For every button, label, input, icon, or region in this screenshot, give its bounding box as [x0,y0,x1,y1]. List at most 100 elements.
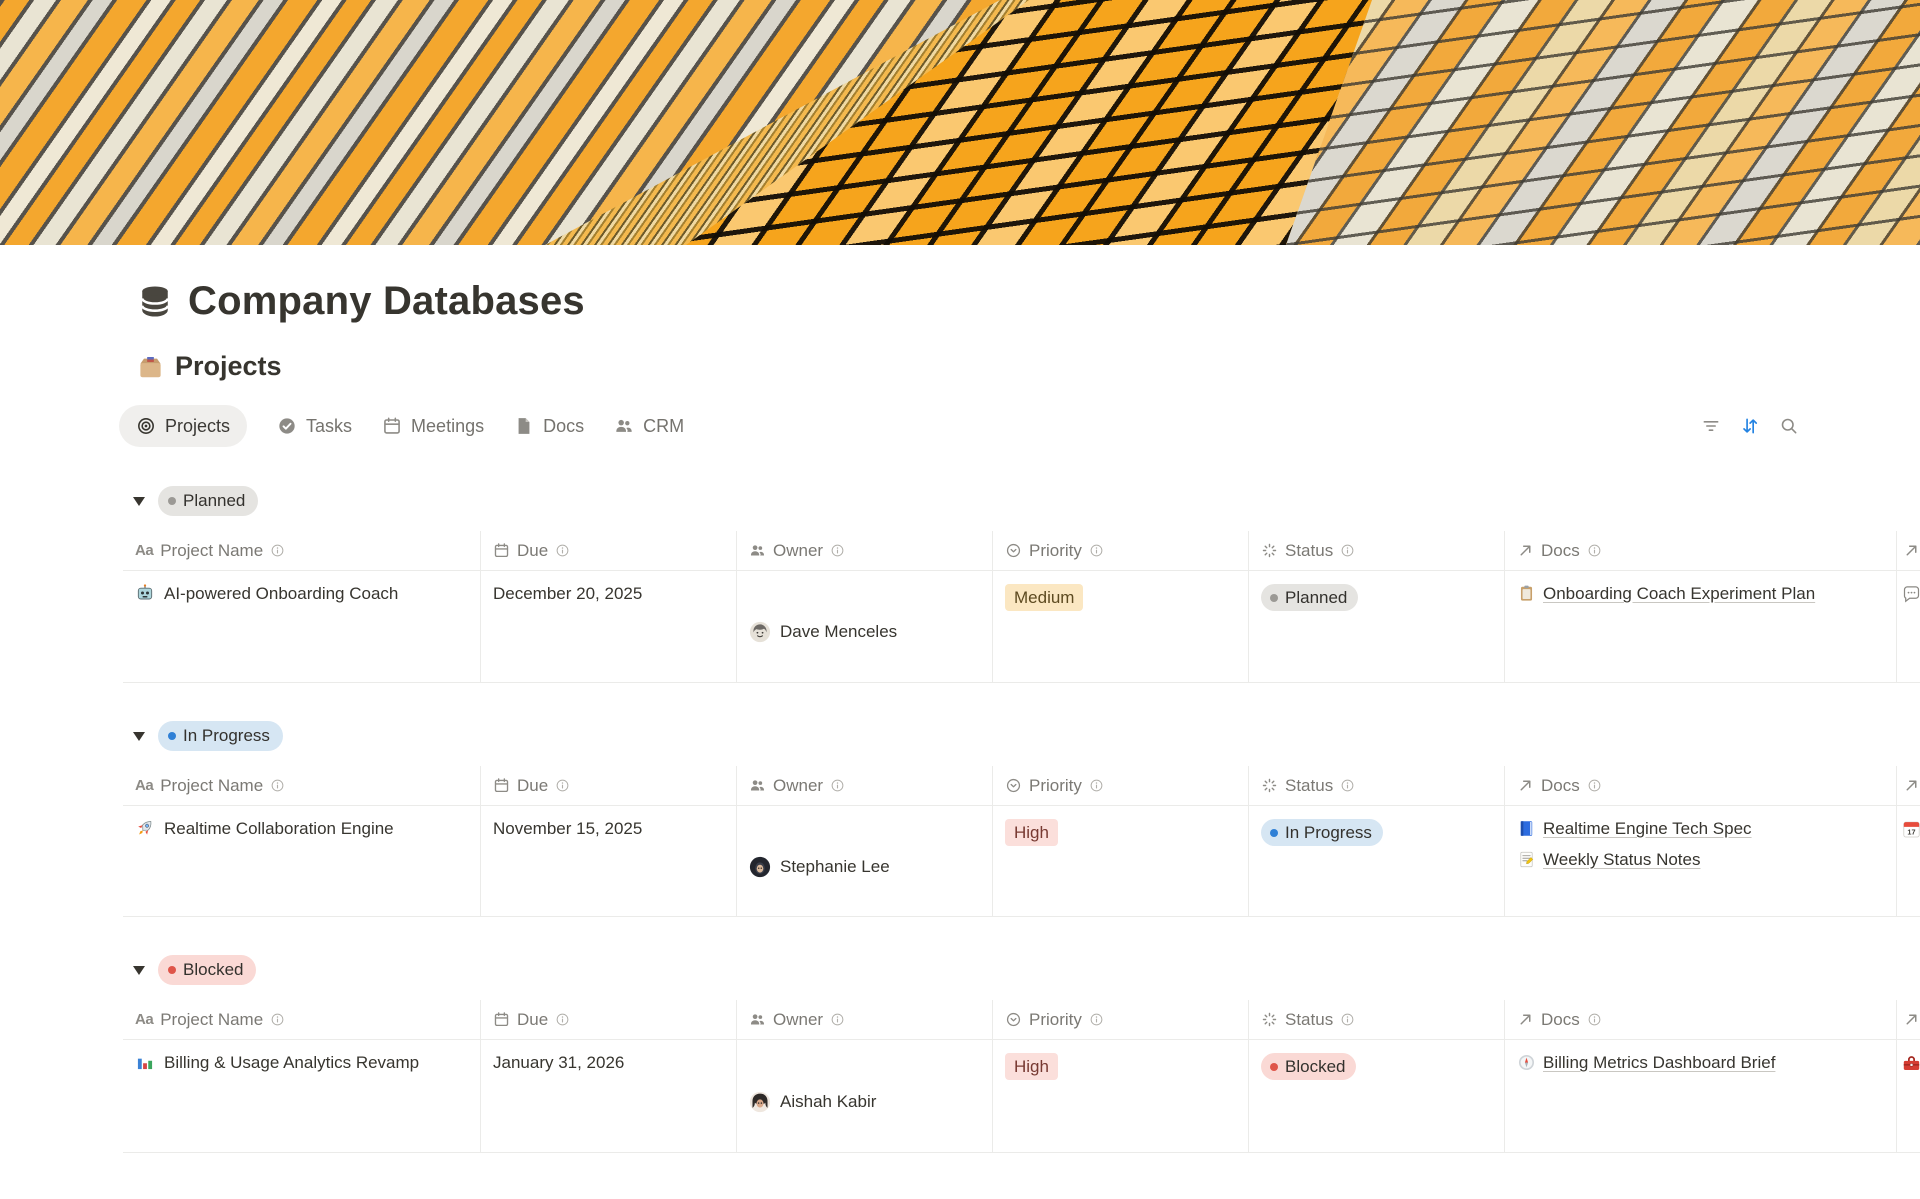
collapse-toggle-icon[interactable] [133,732,145,741]
cell-status[interactable]: Blocked [1249,1040,1505,1153]
cell-priority[interactable]: High [993,1040,1249,1153]
cell-project-name[interactable]: Realtime Collaboration Engine [123,806,481,917]
column-header-docs[interactable]: Docs [1505,1000,1897,1040]
page-title[interactable]: Company Databases [188,279,585,324]
status-spinner-icon [1261,1011,1278,1028]
info-icon[interactable] [1587,1012,1602,1027]
calendar-icon [493,542,510,559]
info-icon[interactable] [1089,1012,1104,1027]
search-icon[interactable] [1779,416,1799,436]
column-header-due[interactable]: Due [481,531,737,571]
info-icon[interactable] [1587,543,1602,558]
column-header-priority[interactable]: Priority [993,531,1249,571]
cell-owner[interactable]: Dave Menceles [737,571,993,683]
column-header-project-name[interactable]: Aa Project Name [123,1000,481,1040]
info-icon[interactable] [1089,778,1104,793]
info-icon[interactable] [555,778,570,793]
bar-chart-icon [135,1052,155,1072]
column-header-extra[interactable] [1897,531,1920,571]
tab-docs[interactable]: Docs [514,416,584,437]
cell-owner[interactable]: Stephanie Lee [737,806,993,917]
group-pill[interactable]: In Progress [158,721,283,751]
column-header-docs[interactable]: Docs [1505,766,1897,806]
sort-icon[interactable] [1740,416,1760,436]
cell-priority[interactable]: High [993,806,1249,917]
cell-status[interactable]: Planned [1249,571,1505,683]
cell-extra[interactable]: 17 [1897,806,1920,917]
cell-due[interactable]: January 31, 2026 [481,1040,737,1153]
cell-due[interactable]: November 15, 2025 [481,806,737,917]
info-icon[interactable] [270,1012,285,1027]
doc-relation-link[interactable]: Onboarding Coach Experiment Plan [1517,584,1886,604]
column-header-owner[interactable]: Owner [737,766,993,806]
column-header-extra[interactable] [1897,766,1920,806]
collapse-toggle-icon[interactable] [133,497,145,506]
tab-crm[interactable]: CRM [614,416,684,437]
info-icon[interactable] [270,778,285,793]
column-header-project-name[interactable]: Aa Project Name [123,531,481,571]
info-icon[interactable] [830,543,845,558]
priority-tag[interactable]: Medium [1005,584,1083,611]
doc-relation-link[interactable]: Weekly Status Notes [1517,850,1886,870]
cell-extra[interactable] [1897,1040,1920,1153]
cell-docs[interactable]: Onboarding Coach Experiment Plan [1505,571,1897,683]
column-header-owner[interactable]: Owner [737,531,993,571]
info-icon[interactable] [270,543,285,558]
priority-tag[interactable]: High [1005,1053,1058,1080]
column-header-due[interactable]: Due [481,1000,737,1040]
status-tag[interactable]: Planned [1261,584,1358,611]
info-icon[interactable] [1587,778,1602,793]
column-header-extra[interactable] [1897,1000,1920,1040]
text-aa-icon: Aa [135,542,153,559]
section-title[interactable]: Projects [175,351,282,382]
table-row[interactable]: Billing & Usage Analytics Revamp January… [123,1040,1920,1153]
cell-due[interactable]: December 20, 2025 [481,571,737,683]
column-label: Owner [773,541,823,561]
due-date: December 20, 2025 [493,584,642,603]
info-icon[interactable] [830,1012,845,1027]
table-row[interactable]: AI-powered Onboarding Coach December 20,… [123,571,1920,683]
column-header-priority[interactable]: Priority [993,766,1249,806]
group-pill[interactable]: Blocked [158,955,256,985]
status-tag[interactable]: In Progress [1261,819,1383,846]
cell-extra[interactable] [1897,571,1920,683]
doc-relation-link[interactable]: Billing Metrics Dashboard Brief [1517,1053,1886,1073]
man-avatar [749,621,771,643]
info-icon[interactable] [1340,778,1355,793]
cell-project-name[interactable]: AI-powered Onboarding Coach [123,571,481,683]
priority-tag[interactable]: High [1005,819,1058,846]
tab-meetings[interactable]: Meetings [382,416,484,437]
column-header-priority[interactable]: Priority [993,1000,1249,1040]
column-header-status[interactable]: Status [1249,1000,1505,1040]
select-circle-icon [1005,777,1022,794]
cell-status[interactable]: In Progress [1249,806,1505,917]
info-icon[interactable] [1089,543,1104,558]
cell-priority[interactable]: Medium [993,571,1249,683]
people-icon [749,542,766,559]
status-dot [1270,594,1278,602]
column-header-status[interactable]: Status [1249,766,1505,806]
column-header-docs[interactable]: Docs [1505,531,1897,571]
cell-docs[interactable]: Billing Metrics Dashboard Brief [1505,1040,1897,1153]
table-row[interactable]: Realtime Collaboration Engine November 1… [123,806,1920,917]
table-header-row: Aa Project Name Due Owner Priority Statu… [123,766,1920,806]
cell-owner[interactable]: Aishah Kabir [737,1040,993,1153]
tab-tasks[interactable]: Tasks [277,416,352,437]
cell-docs[interactable]: Realtime Engine Tech Spec Weekly Status … [1505,806,1897,917]
info-icon[interactable] [830,778,845,793]
column-header-owner[interactable]: Owner [737,1000,993,1040]
info-icon[interactable] [555,1012,570,1027]
info-icon[interactable] [1340,1012,1355,1027]
filter-icon[interactable] [1701,416,1721,436]
group-pill[interactable]: Planned [158,486,258,516]
status-tag[interactable]: Blocked [1261,1053,1356,1080]
tab-projects[interactable]: Projects [119,405,247,447]
cell-project-name[interactable]: Billing & Usage Analytics Revamp [123,1040,481,1153]
column-header-status[interactable]: Status [1249,531,1505,571]
collapse-toggle-icon[interactable] [133,966,145,975]
doc-relation-link[interactable]: Realtime Engine Tech Spec [1517,819,1886,839]
info-icon[interactable] [555,543,570,558]
column-header-due[interactable]: Due [481,766,737,806]
info-icon[interactable] [1340,543,1355,558]
column-header-project-name[interactable]: Aa Project Name [123,766,481,806]
